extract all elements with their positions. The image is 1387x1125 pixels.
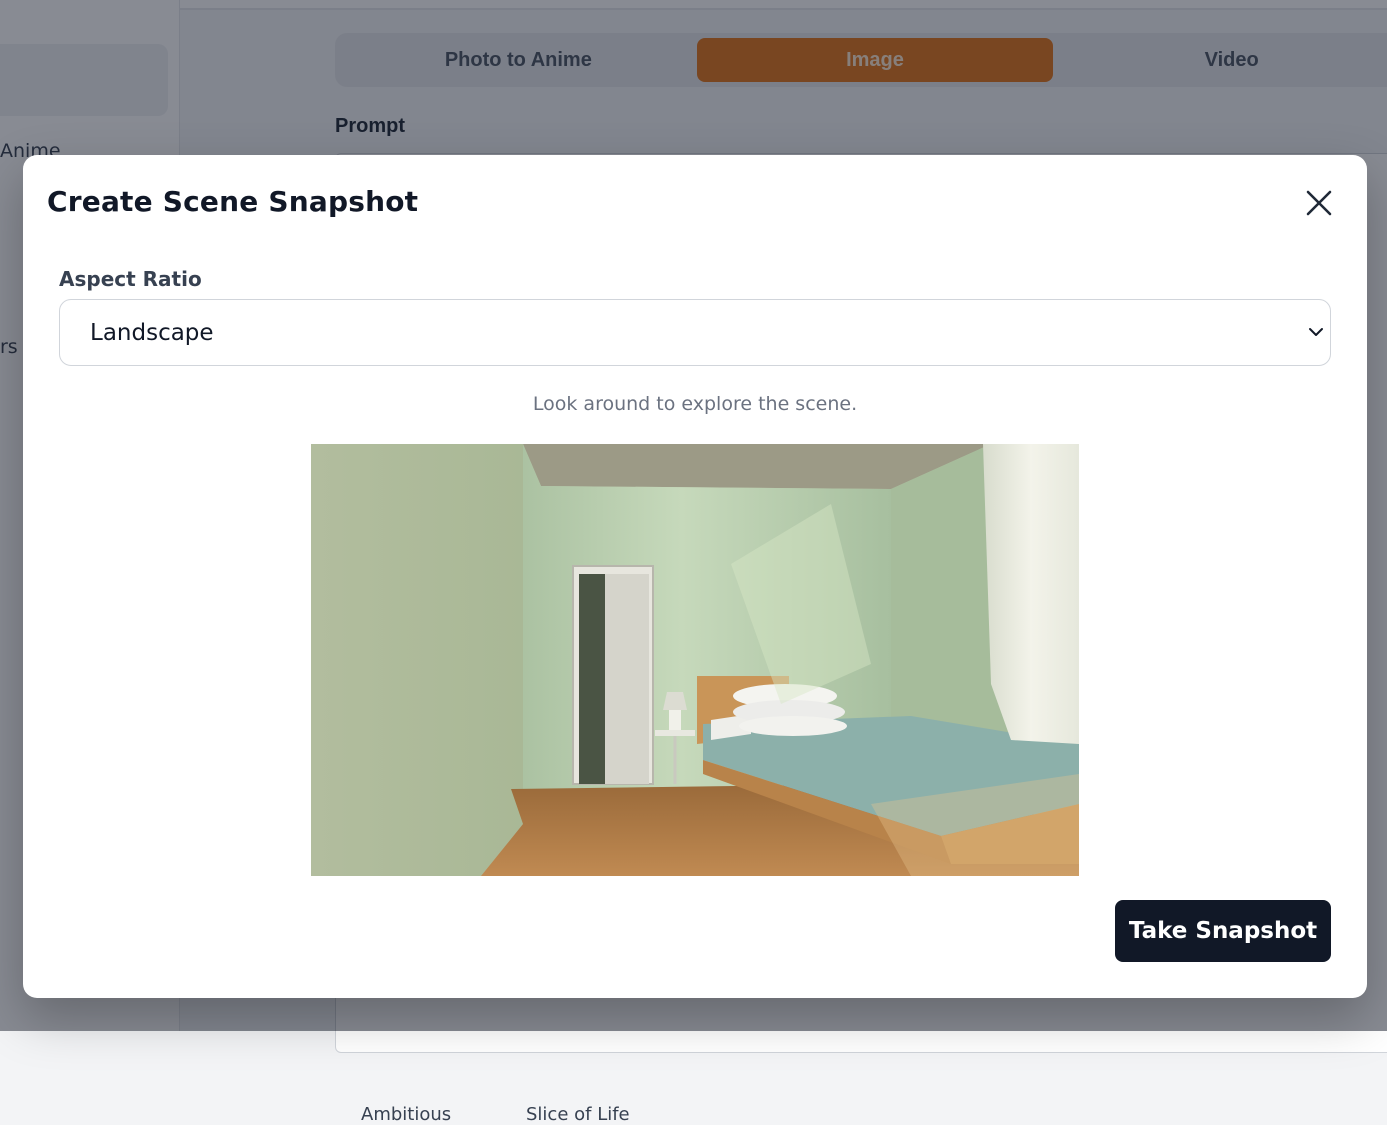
close-button[interactable] xyxy=(1303,187,1335,219)
genre-option-ambitious[interactable]: Ambitious xyxy=(361,1104,451,1125)
aspect-ratio-value: Landscape xyxy=(90,320,214,346)
scene-viewport[interactable] xyxy=(311,444,1079,876)
take-snapshot-button[interactable]: Take Snapshot xyxy=(1115,900,1331,962)
scene-hint: Look around to explore the scene. xyxy=(23,393,1367,415)
aspect-ratio-label: Aspect Ratio xyxy=(59,267,202,291)
genre-option-slice-of-life[interactable]: Slice of Life xyxy=(526,1104,630,1125)
bedroom-scene-render xyxy=(311,444,1079,876)
scene-snapshot-modal: Create Scene Snapshot Aspect Ratio Lands… xyxy=(23,155,1367,998)
aspect-ratio-select[interactable]: Landscape xyxy=(59,299,1331,366)
chevron-down-icon xyxy=(1308,324,1324,340)
close-icon xyxy=(1306,190,1332,216)
modal-title: Create Scene Snapshot xyxy=(47,185,418,218)
